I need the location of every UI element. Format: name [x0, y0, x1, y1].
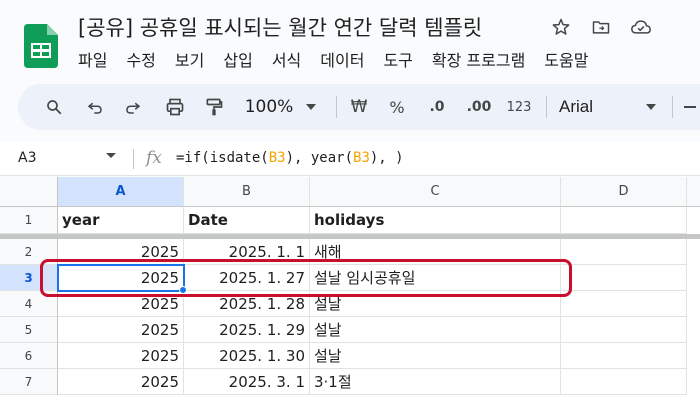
menu-help[interactable]: 도움말	[544, 47, 588, 71]
cell-a1[interactable]: year	[58, 207, 184, 234]
formula-input[interactable]: =if(isdate(B3), year(B3), )	[176, 150, 404, 166]
cell-b5[interactable]: 2025. 1. 29	[184, 317, 310, 343]
menu-data[interactable]: 데이터	[320, 47, 364, 71]
cell-c7[interactable]: 3·1절	[310, 369, 561, 395]
toolbar: 100% ₩ % .0 .00 123 Arial	[18, 84, 700, 130]
row-header[interactable]: 6	[0, 343, 58, 369]
fx-icon: fx	[146, 148, 162, 168]
formula-text: ), year(	[285, 150, 354, 166]
increase-decimal-button[interactable]: .00	[462, 84, 496, 130]
menu-tools[interactable]: 도구	[383, 47, 412, 71]
cloud-status-icon[interactable]	[628, 14, 654, 40]
menu-insert[interactable]: 삽입	[223, 47, 252, 71]
toolbar-divider	[672, 96, 673, 118]
title-bar: [공유] 공휴일 표시되는 월간 연간 달력 템플릿 파일 수정 보기 삽입 서…	[0, 0, 700, 80]
cell-d7[interactable]	[561, 369, 687, 395]
select-all-corner[interactable]	[0, 177, 58, 207]
cell-d6[interactable]	[561, 343, 687, 369]
row-header[interactable]: 1	[0, 207, 58, 234]
cell-b6[interactable]: 2025. 1. 30	[184, 343, 310, 369]
cell-a5[interactable]: 2025	[58, 317, 184, 343]
name-box-dropdown-icon[interactable]	[106, 153, 116, 158]
row-header[interactable]: 5	[0, 317, 58, 343]
spreadsheet-grid[interactable]: A B C D 1 year Date holidays 2 2025 2025…	[0, 177, 700, 395]
font-select[interactable]: Arial	[559, 84, 619, 130]
column-header-e[interactable]	[687, 177, 700, 207]
cell-a4[interactable]: 2025	[58, 291, 184, 317]
cell-b7[interactable]: 2025. 3. 1	[184, 369, 310, 395]
menu-edit[interactable]: 수정	[126, 47, 155, 71]
cell-b3[interactable]: 2025. 1. 27	[184, 265, 310, 291]
move-to-folder-icon[interactable]	[588, 14, 614, 40]
cell-a7[interactable]: 2025	[58, 369, 184, 395]
row-header[interactable]: 7	[0, 369, 58, 395]
column-header-d[interactable]: D	[561, 177, 687, 207]
decrease-font-size-icon[interactable]	[682, 84, 698, 130]
chevron-down-icon[interactable]	[304, 84, 318, 130]
row-header[interactable]: 4	[0, 291, 58, 317]
cell-d5[interactable]	[561, 317, 687, 343]
toolbar-divider	[336, 96, 337, 118]
document-title[interactable]: [공유] 공휴일 표시되는 월간 연간 달력 템플릿	[78, 12, 482, 42]
active-cell-outline	[57, 264, 185, 292]
cell-a6[interactable]: 2025	[58, 343, 184, 369]
cell-c1[interactable]: holidays	[310, 207, 561, 234]
search-menus-icon[interactable]	[40, 84, 68, 130]
currency-format-button[interactable]: ₩	[346, 84, 372, 130]
cell-d4[interactable]	[561, 291, 687, 317]
column-header-c[interactable]: C	[310, 177, 561, 207]
row-header[interactable]: 2	[0, 239, 58, 265]
menu-bar: 파일 수정 보기 삽입 서식 데이터 도구 확장 프로그램 도움말	[78, 47, 607, 71]
name-box[interactable]: A3	[18, 150, 36, 166]
formula-text: ), )	[369, 150, 404, 166]
formula-text: =if(isdate(	[176, 150, 269, 166]
fill-handle[interactable]	[179, 286, 187, 294]
cell-c6[interactable]: 설날	[310, 343, 561, 369]
redo-icon[interactable]	[120, 84, 146, 130]
star-icon[interactable]	[548, 14, 574, 40]
formula-divider	[133, 149, 134, 169]
menu-view[interactable]: 보기	[175, 47, 204, 71]
undo-icon[interactable]	[82, 84, 108, 130]
cell-d1[interactable]	[561, 207, 687, 234]
cell-b1[interactable]: Date	[184, 207, 310, 234]
column-header-a[interactable]: A	[58, 177, 184, 207]
number-format-button[interactable]: 123	[504, 84, 534, 130]
chevron-down-icon[interactable]	[644, 84, 658, 130]
menu-format[interactable]: 서식	[272, 47, 301, 71]
menu-file[interactable]: 파일	[78, 47, 107, 71]
cell-b2[interactable]: 2025. 1. 1	[184, 239, 310, 265]
cell-c5[interactable]: 설날	[310, 317, 561, 343]
cell-b4[interactable]: 2025. 1. 28	[184, 291, 310, 317]
google-sheets-logo[interactable]	[24, 24, 58, 68]
cell-c4[interactable]: 설날	[310, 291, 561, 317]
formula-bar: A3 fx =if(isdate(B3), year(B3), )	[0, 142, 700, 176]
formula-ref: B3	[268, 150, 286, 166]
cell-d2[interactable]	[561, 239, 687, 265]
paint-format-icon[interactable]	[200, 84, 228, 130]
cell-c2[interactable]: 새해	[310, 239, 561, 265]
toolbar-divider	[546, 96, 547, 118]
cell-c3[interactable]: 설날 임시공휴일	[310, 265, 561, 291]
decrease-decimal-button[interactable]: .0	[422, 84, 452, 130]
cell-d3[interactable]	[561, 265, 687, 291]
formula-ref: B3	[353, 150, 370, 166]
menu-extensions[interactable]: 확장 프로그램	[432, 47, 525, 71]
column-header-b[interactable]: B	[184, 177, 310, 207]
percent-format-button[interactable]: %	[386, 84, 408, 130]
cell-a2[interactable]: 2025	[58, 239, 184, 265]
print-icon[interactable]	[161, 84, 189, 130]
row-header[interactable]: 3	[0, 265, 58, 291]
zoom-select[interactable]: 100%	[244, 84, 294, 130]
